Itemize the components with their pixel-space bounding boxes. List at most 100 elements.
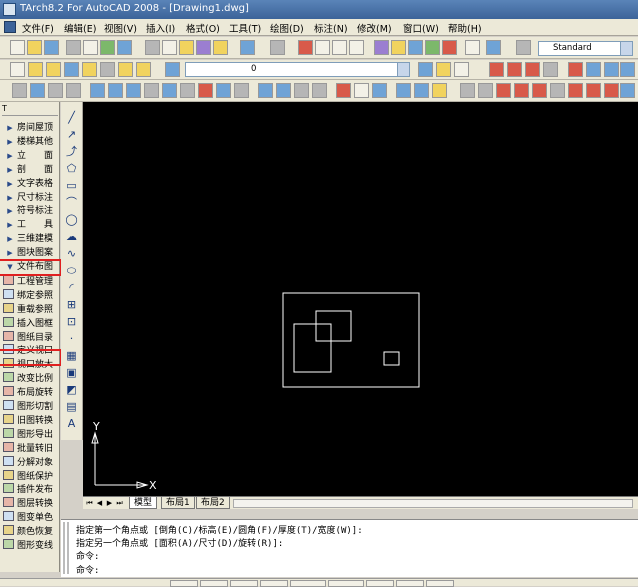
- snap-perpendicular-icon[interactable]: [568, 83, 583, 98]
- sidebar-item[interactable]: 旧图转换: [3, 413, 59, 427]
- calculator-icon[interactable]: [465, 40, 480, 55]
- sidebar-item[interactable]: ▶ 尺寸标注: [3, 192, 59, 205]
- snap-intersect-icon[interactable]: [532, 83, 547, 98]
- mtext-icon[interactable]: A: [64, 416, 79, 431]
- menu-view[interactable]: 视图(V): [104, 21, 137, 35]
- zoom-previous-icon[interactable]: [349, 40, 364, 55]
- menu-help[interactable]: 帮助(H): [448, 21, 482, 35]
- small-rectangle[interactable]: [383, 351, 400, 366]
- axis-label-icon[interactable]: [108, 83, 123, 98]
- axis-icon[interactable]: [90, 83, 105, 98]
- plot-icon[interactable]: [66, 40, 81, 55]
- horizontal-scrollbar[interactable]: [233, 499, 633, 508]
- sidebar-item[interactable]: 图形变线: [3, 539, 59, 552]
- layer-manager-icon[interactable]: [165, 62, 180, 77]
- 3d-dwf-icon[interactable]: [117, 40, 132, 55]
- region-icon[interactable]: ◩: [64, 382, 79, 397]
- sidebar-item[interactable]: ▶ 房间屋顶: [3, 122, 59, 135]
- block-editor-icon[interactable]: [213, 40, 228, 55]
- prev-tab-icon[interactable]: ◀: [95, 498, 104, 508]
- table-icon[interactable]: [276, 83, 291, 98]
- dim-aligned-icon[interactable]: [507, 62, 522, 77]
- snap-settings-icon[interactable]: [620, 83, 635, 98]
- paste-icon[interactable]: [179, 40, 194, 55]
- stair-icon[interactable]: [144, 83, 159, 98]
- menu-insert[interactable]: 插入(I): [146, 21, 175, 35]
- dim-continue-icon[interactable]: [586, 62, 601, 77]
- sidebar-item[interactable]: ▶ 符号标注: [3, 205, 59, 218]
- text-style-select[interactable]: Standard: [538, 41, 633, 56]
- new-file-icon[interactable]: [10, 40, 25, 55]
- sidebar-item[interactable]: 重载参照: [3, 302, 59, 316]
- tab-model[interactable]: 模型: [129, 497, 158, 509]
- open-file-icon[interactable]: [27, 40, 42, 55]
- menu-format[interactable]: 格式(O): [186, 21, 220, 35]
- window-icon[interactable]: [66, 83, 81, 98]
- elevation-icon[interactable]: [216, 83, 231, 98]
- dim-update-icon[interactable]: [620, 62, 635, 77]
- sidebar-item[interactable]: ▶ 三维建模: [3, 233, 59, 246]
- sidebar-item[interactable]: 图形切割: [3, 400, 59, 413]
- match-properties-icon[interactable]: [196, 40, 211, 55]
- light-bulb-icon[interactable]: [136, 62, 151, 77]
- construction-line-icon[interactable]: ↗: [64, 127, 79, 142]
- grid-icon[interactable]: [126, 83, 141, 98]
- command-window[interactable]: 指定第一个角点或 [倒角(C)/标高(E)/圆角(F)/厚度(T)/宽度(W)]…: [61, 519, 638, 577]
- table-draw-icon[interactable]: ▤: [64, 399, 79, 414]
- layer-freeze-icon[interactable]: [28, 62, 43, 77]
- plot-preview-icon[interactable]: [83, 40, 98, 55]
- roof-icon[interactable]: [180, 83, 195, 98]
- menu-tools[interactable]: 工具(T): [229, 21, 261, 35]
- layer-states-icon[interactable]: [454, 62, 469, 77]
- make-current-icon[interactable]: [418, 62, 433, 77]
- menu-modify[interactable]: 修改(M): [357, 21, 392, 35]
- chevron-down-icon[interactable]: [397, 63, 409, 76]
- sidebar-item[interactable]: 图变单色: [3, 511, 59, 524]
- sidebar-item[interactable]: 图纸保护: [3, 469, 59, 483]
- save-icon[interactable]: [44, 40, 59, 55]
- layer-color-icon[interactable]: [64, 62, 79, 77]
- sidebar-item[interactable]: ▶ 文字表格: [3, 178, 59, 191]
- document-icon[interactable]: [4, 21, 16, 33]
- polygon-icon[interactable]: ⬠: [64, 161, 79, 176]
- sheet-set-icon[interactable]: [425, 40, 440, 55]
- ellipse-icon[interactable]: ⬭: [64, 263, 79, 278]
- index-icon[interactable]: [312, 83, 327, 98]
- ellipse-arc-icon[interactable]: ◜: [64, 280, 79, 295]
- make-block-icon[interactable]: ⊡: [64, 314, 79, 329]
- gradient-icon[interactable]: ▣: [64, 365, 79, 380]
- sidebar-item[interactable]: 分解对象: [3, 455, 59, 469]
- drawing-canvas[interactable]: Y X: [83, 102, 638, 496]
- insert-block-icon[interactable]: ⊞: [64, 297, 79, 312]
- text-style-icon[interactable]: [516, 40, 531, 55]
- hatch-draw-icon[interactable]: ▦: [64, 348, 79, 363]
- layer-select[interactable]: 0: [185, 62, 410, 77]
- brush-icon[interactable]: [432, 83, 447, 98]
- layer-lock-icon[interactable]: [46, 62, 61, 77]
- snap-center-icon[interactable]: [550, 83, 565, 98]
- trim-icon[interactable]: [543, 62, 558, 77]
- spline-icon[interactable]: ∿: [64, 246, 79, 261]
- undo-icon[interactable]: [240, 40, 255, 55]
- view-icon[interactable]: [336, 83, 351, 98]
- snap-nearest-icon[interactable]: [586, 83, 601, 98]
- redo-icon[interactable]: [270, 40, 285, 55]
- snap-none-icon[interactable]: [604, 83, 619, 98]
- menu-draw[interactable]: 绘图(D): [270, 21, 304, 35]
- sidebar-item[interactable]: 改变比例: [3, 372, 59, 385]
- block-icon[interactable]: [396, 83, 411, 98]
- section-icon[interactable]: [234, 83, 249, 98]
- wall-icon[interactable]: [12, 83, 27, 98]
- menu-window[interactable]: 窗口(W): [403, 21, 439, 35]
- sidebar-item[interactable]: ▶ 楼梯其他: [3, 136, 59, 149]
- sidebar-item[interactable]: ▶ 工 具: [3, 219, 59, 232]
- dim-icon[interactable]: [198, 83, 213, 98]
- zoom-window-icon[interactable]: [332, 40, 347, 55]
- sidebar-item[interactable]: ▶ 立 面: [3, 150, 59, 163]
- sidebar-item[interactable]: 工程管理: [3, 274, 59, 288]
- polyline-icon[interactable]: ⤴: [64, 144, 79, 159]
- sidebar-item[interactable]: 颜色恢复: [3, 525, 59, 538]
- sidebar-item[interactable]: 插件发布: [3, 483, 59, 496]
- tab-layout2[interactable]: 布局2: [196, 497, 230, 509]
- ortho-icon[interactable]: [478, 83, 493, 98]
